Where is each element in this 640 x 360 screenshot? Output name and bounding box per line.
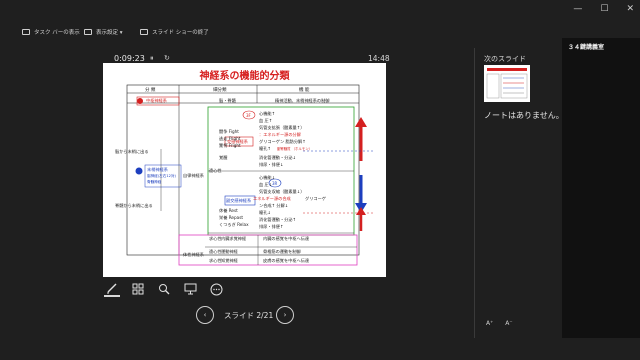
increase-font-button[interactable]: A⁺ (486, 320, 493, 327)
sensory-nerve-label: 知覚神経 (221, 258, 238, 263)
elapsed-timer: 0:09:23 (114, 54, 145, 63)
para-effect-8: 消化管運動・分泌↑ (259, 217, 297, 222)
para-effect-4: エネルギー源の合成 (253, 196, 291, 201)
show-taskbar-label: タスク バーの表示 (34, 30, 80, 36)
grid-icon (132, 283, 144, 295)
symp-state-2: 逃走 Flight (219, 136, 241, 141)
show-taskbar-button[interactable]: タスク バーの表示 (22, 28, 80, 36)
current-slide[interactable]: 神経系の機能的分類 分 類 細分類 機 能 中枢神経系 脳・脊髄 精神活動、末梢… (103, 63, 386, 277)
para-effect-7: 瞳孔↓ (259, 210, 271, 215)
symp-effect-5: グリコーゲン 脂肪分解↑ (259, 139, 306, 144)
symp-effect-2: 血 圧↑ (259, 118, 273, 123)
maximize-button[interactable]: ☐ (600, 4, 608, 14)
para-effect-9: 排尿・排便↑ (259, 224, 284, 229)
panel-divider[interactable] (474, 48, 475, 338)
pns-label: 末梢神経系 (147, 167, 168, 172)
slide-navigation: ‹ スライド 2/21 › (196, 306, 296, 326)
chevron-right-icon: › (283, 311, 287, 319)
display-settings-label: 表示設定 ▾ (96, 30, 123, 36)
from-brain-label: 脳から末梢に出る (115, 149, 149, 154)
para-effect-1: 心機能↓ (259, 175, 276, 180)
efferent-label-2: 遠心性 (209, 249, 222, 254)
end-slideshow-label: スライド ショーの終了 (152, 30, 209, 36)
header-subclassification: 細分類 (213, 88, 227, 93)
symp-effect-8: 消化管運動・分泌↓ (259, 155, 297, 160)
more-icon (210, 283, 222, 295)
symp-state-4: 覚醒 (219, 155, 228, 160)
somatic-label: 体性神経系 (183, 252, 204, 257)
para-effect-5: グリコーゲ (305, 196, 326, 201)
next-slide-label: 次のスライド (484, 55, 526, 63)
monitor-icon (84, 29, 92, 35)
clock: 14:48 (368, 54, 390, 63)
meeting-room-panel: ３４鍵講義室 (562, 38, 640, 338)
end-slideshow-button[interactable]: スライド ショーの終了 (140, 28, 209, 36)
motor-func: 骨格筋の運動を制御 (263, 249, 301, 254)
from-spine-label: 脊髄から末梢に出る (115, 203, 153, 208)
para-badge: 3R (272, 181, 278, 186)
header-function: 機 能 (299, 88, 310, 93)
zoom-icon (159, 284, 170, 295)
header-classification: 分 類 (145, 88, 156, 93)
slide-tools (104, 281, 224, 297)
end-show-icon (140, 29, 148, 35)
brain-spinal-label: 脳・脊髄 (219, 98, 236, 103)
decrease-font-button[interactable]: A⁻ (505, 320, 512, 327)
next-slide-preview (486, 68, 528, 99)
para-state-3: くつろぎ Relax (219, 222, 249, 227)
room-label: ３４鍵講義室 (568, 44, 605, 51)
presenter-top-bar: — ☐ ✕ タスク バーの表示 表示設定 ▾ スライド ショーの終了 (0, 0, 640, 44)
reset-timer-button[interactable]: ↻ (164, 54, 170, 62)
symp-effect-9: 排尿・排便↓ (259, 162, 284, 167)
motor-nerve-label: 運動神経 (221, 249, 238, 254)
autonomic-label: 自律神経系 (183, 173, 204, 178)
symp-effect-1: 心機能↑ (259, 111, 276, 116)
cns-label: 中枢神経系 (146, 98, 167, 103)
taskbar-icon (22, 29, 30, 35)
black-screen-button[interactable] (182, 281, 198, 297)
slide-counter: スライド 2/21 (224, 311, 274, 320)
parasympathetic-label: 副交感神経系 (226, 198, 252, 203)
next-slide-button[interactable]: › (276, 306, 294, 324)
next-slide-thumbnail[interactable] (484, 65, 530, 102)
para-effect-6: ン合成↑ 分解↓ (259, 203, 289, 208)
cns-function: 精神活動、末梢神経系の制御 (275, 98, 330, 103)
pause-timer-button[interactable]: ⏸ (150, 54, 154, 63)
efferent-label-1: 遠心性 (209, 168, 222, 173)
minimize-button[interactable]: — (573, 4, 582, 14)
notes-font-controls: A⁺ A⁻ (486, 320, 513, 327)
symp-effect-3: 気管支拡張（酸素量↑） (259, 125, 305, 130)
slide-diagram-lines (126, 84, 373, 266)
para-effect-2: 血 圧↓ (259, 182, 273, 187)
para-state-2: 栄養 Repast (219, 215, 244, 220)
close-button[interactable]: ✕ (626, 4, 634, 14)
symp-effect-6: 瞳孔↑ (259, 146, 271, 151)
symp-effect-7: 副腎髄質 （ホルモン） (277, 147, 312, 151)
internal-sensory-func: 内臓の感覚を中枢へ伝達 (263, 236, 310, 241)
see-all-slides-button[interactable] (130, 281, 146, 297)
pns-spinal: 脊髄神経 (147, 180, 162, 184)
symp-effect-4: ：エネルギー源の分解 (259, 132, 301, 137)
display-settings-button[interactable]: 表示設定 ▾ (84, 28, 123, 36)
window-controls: — ☐ ✕ (573, 4, 634, 14)
internal-sensory-label: 内臓求覚神経 (221, 236, 247, 241)
pns-cranial: 脳神経(左右12対) (147, 174, 176, 178)
symp-state-3: 驚愕 Fright (219, 143, 241, 148)
afferent-label-1: 求心性 (209, 236, 222, 241)
zoom-button[interactable] (156, 281, 172, 297)
speaker-notes[interactable]: ノートはありません。 (484, 110, 574, 121)
afferent-label-2: 求心性 (209, 258, 222, 263)
screen-icon (184, 283, 196, 295)
more-options-button[interactable] (208, 281, 224, 297)
sensory-func: 皮膚の感覚を中枢へ伝達 (263, 258, 310, 263)
pen-tool-button[interactable] (104, 281, 120, 297)
symp-badge: 3F (246, 113, 251, 118)
symp-state-1: 闘争 Fight (219, 129, 239, 134)
pen-icon (107, 283, 117, 294)
para-state-1: 休養 Rest (219, 208, 238, 213)
chevron-left-icon: ‹ (203, 311, 207, 319)
para-effect-3: 気管支収縮（酸素量↓） (259, 189, 305, 194)
previous-slide-button[interactable]: ‹ (196, 306, 214, 324)
